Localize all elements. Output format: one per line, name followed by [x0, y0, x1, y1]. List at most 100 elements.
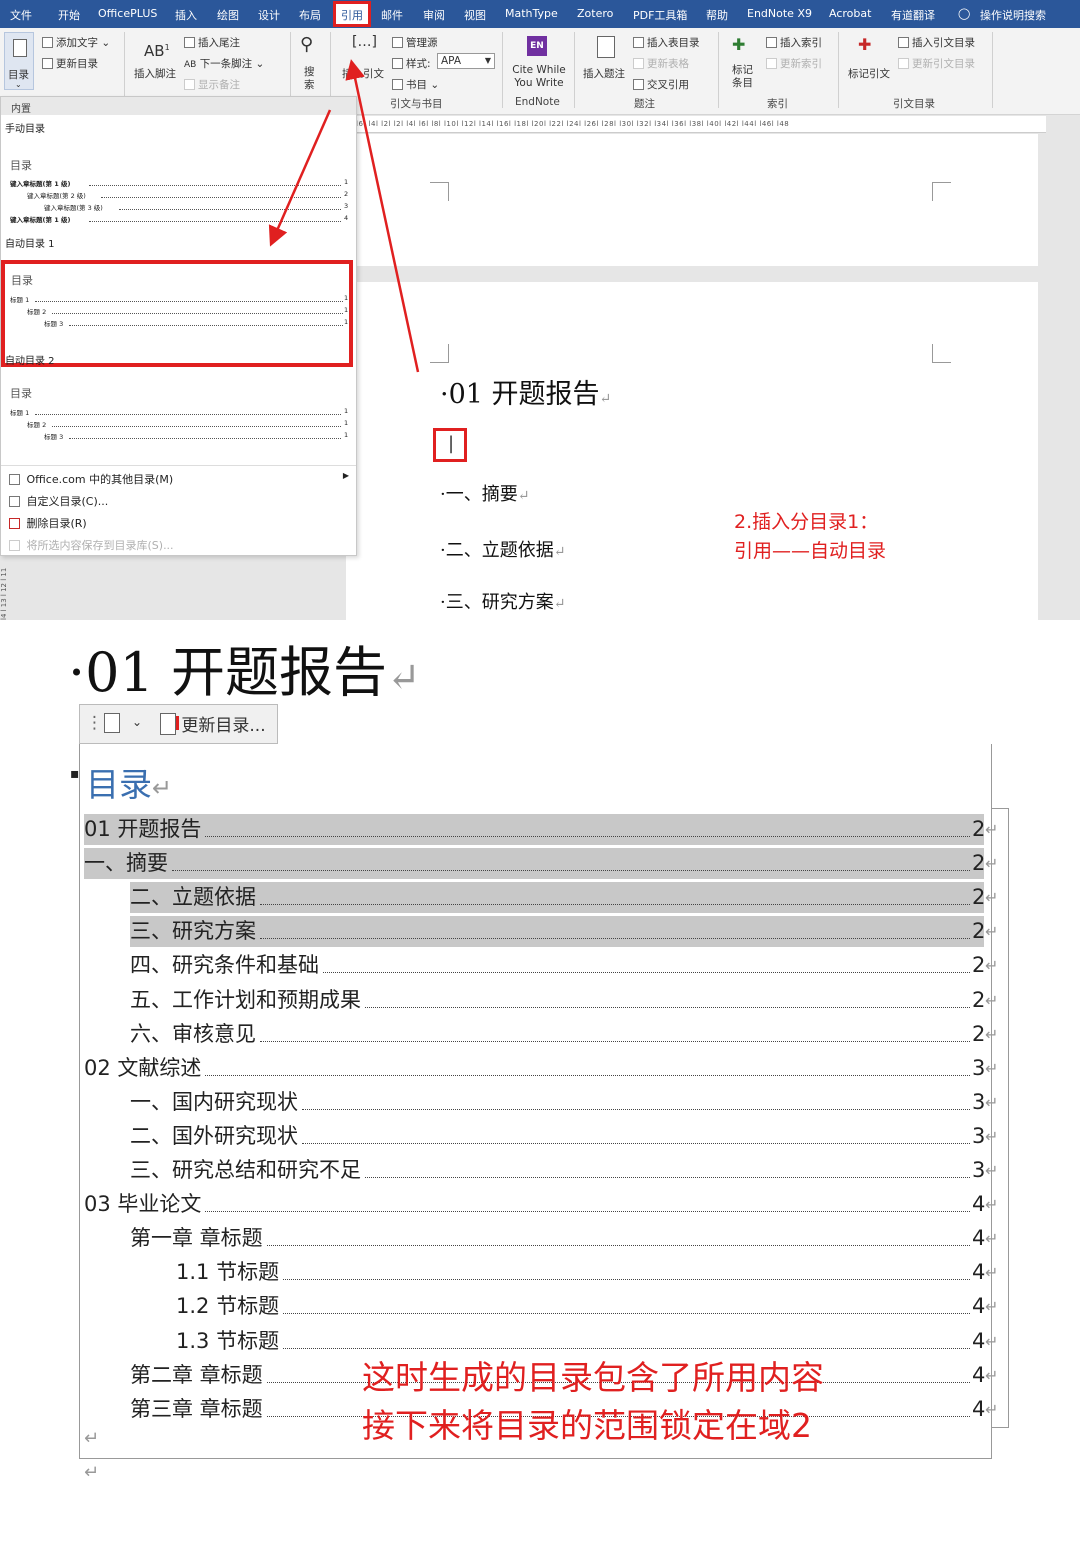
paragraph-mark: ↵ [985, 1331, 999, 1351]
paragraph-mark: ↵ [985, 1365, 999, 1385]
tutorial-arrows [268, 59, 420, 373]
dot-leader [323, 972, 970, 974]
paragraph-mark: ↵ [985, 1161, 999, 1180]
update-toc-field-button[interactable]: 更新目录... [160, 711, 266, 736]
update-toc-field-label: 更新目录... [181, 716, 266, 736]
update-icon [160, 713, 179, 735]
toc-entry-text: 一、国内研究现状 [130, 1089, 298, 1114]
toc-entry-text: 第三章 章标题 [130, 1396, 263, 1421]
dot-leader [205, 836, 970, 837]
heading-text: ·01 开题报告 [68, 641, 388, 704]
paragraph-mark: ↵ [985, 1126, 999, 1146]
toc-entry[interactable]: 四、研究条件和基础 2 ↵ [130, 950, 998, 981]
dot-leader [205, 1074, 970, 1076]
dot-leader [283, 1279, 970, 1281]
toc-entry-page: 2 [972, 919, 986, 944]
toc-entry-text: 六、审核意见 [130, 1021, 256, 1046]
toc-entry[interactable]: 第一章 章标题 4 ↵ [130, 1223, 998, 1254]
dot-leader [283, 1347, 970, 1349]
toc-entry[interactable]: 一、国内研究现状 3 ↵ [130, 1087, 998, 1118]
toc-document-icon[interactable] [104, 713, 120, 733]
paragraph-mark: ↵ [985, 956, 999, 976]
toc-entry[interactable]: 03 毕业论文 4 ↵ [84, 1189, 998, 1220]
toc-entry-page: 4 [972, 1226, 986, 1251]
toc-entry[interactable]: 02 文献综述 3 ↵ [84, 1053, 998, 1084]
toc-entry-text: 第一章 章标题 [130, 1226, 263, 1251]
toc-entry[interactable]: 1.1 节标题 4 ↵ [176, 1257, 998, 1288]
toc-entry-text: 一、摘要 [84, 851, 168, 876]
toc-title[interactable]: 目录↵ [86, 758, 172, 806]
paragraph-mark: ↵ [387, 655, 421, 701]
toc-field-frame-edge [991, 744, 992, 808]
dot-leader [205, 1211, 970, 1213]
paragraph-mark: ↵ [985, 922, 999, 942]
toc-entry-page: 3 [972, 1158, 986, 1182]
paragraph-mark: ↵ [985, 1399, 999, 1419]
toc-entry-text: 二、立题依据 [130, 885, 256, 910]
paragraph-mark: ↵ [84, 1462, 100, 1483]
toc-entry-text: 1.2 节标题 [176, 1294, 280, 1319]
toc-entry-page: 4 [972, 1192, 986, 1217]
paragraph-mark: ↵ [985, 990, 999, 1010]
dot-leader [260, 904, 970, 906]
toc-entry-page: 3 [972, 1123, 986, 1148]
paragraph-mark: ↵ [152, 774, 173, 802]
dot-leader [302, 1108, 970, 1110]
toc-entry-page: 3 [972, 1055, 986, 1080]
paragraph-mark: ↵ [985, 1297, 999, 1317]
annotation-line: 接下来将目录的范围锁定在域2 [362, 1406, 812, 1445]
dot-leader [283, 1313, 970, 1315]
paragraph-mark: ↵ [985, 1092, 999, 1112]
toc-entry[interactable]: 二、立题依据 2 ↵ [130, 882, 998, 914]
dot-leader [302, 1142, 970, 1144]
paragraph-mark: ↵ [985, 1229, 999, 1249]
toc-entry-page: 2 [972, 885, 986, 910]
toc-entry-text: 01 开题报告 [84, 817, 202, 841]
word-screenshot: 文件 开始 OfficePLUS 插入 绘图 设计 布局 引用 邮件 审阅 视图… [0, 0, 1080, 620]
toc-entry[interactable]: 五、工作计划和预期成果 2 ↵ [130, 985, 998, 1016]
toc-entry-page: 2 [972, 1021, 986, 1046]
toc-entry-page: 2 [972, 987, 986, 1012]
toc-entry-text: 03 毕业论文 [84, 1192, 202, 1217]
toc-entry-page: 2 [972, 851, 986, 876]
toc-entry-page: 4 [972, 1328, 986, 1353]
toc-entry-page: 2 [972, 953, 986, 978]
toc-entry-text: 四、研究条件和基础 [130, 953, 319, 978]
toc-entry-text: 1.1 节标题 [176, 1260, 280, 1285]
toc-entry[interactable]: 三、研究方案 2 ↵ [130, 916, 998, 948]
toc-entry-text: 02 文献综述 [84, 1055, 202, 1080]
dot-leader [365, 1006, 970, 1008]
toc-entry-text: 第二章 章标题 [130, 1362, 263, 1387]
toc-entry[interactable]: 二、国外研究现状 3 ↵ [130, 1121, 998, 1152]
toc-entry[interactable]: 一、摘要 2 ↵ [84, 848, 998, 880]
drag-handle-icon[interactable]: ⋮ [86, 713, 103, 733]
dot-leader [260, 938, 970, 940]
dot-leader [365, 1177, 970, 1178]
toc-entry-text: 1.3 节标题 [176, 1328, 280, 1353]
paragraph-mark: ↵ [985, 820, 999, 839]
toc-entry[interactable]: 01 开题报告 2 ↵ [84, 814, 998, 845]
arrow-to-references-tab [345, 59, 420, 373]
toc-entry-text: 三、研究方案 [130, 919, 256, 944]
toc-entry-text: 三、研究总结和研究不足 [130, 1158, 361, 1182]
annotation-line: 这时生成的目录包含了所用内容 [362, 1358, 824, 1397]
toc-entry-page: 4 [972, 1362, 986, 1387]
dot-leader [260, 1040, 970, 1042]
dot-leader [267, 1245, 970, 1247]
paragraph-mark: ↵ [985, 1024, 999, 1044]
document-heading-large[interactable]: ·01 开题报告↵ [68, 628, 421, 707]
toc-entry-text: 五、工作计划和预期成果 [130, 987, 361, 1012]
toc-entry-page: 2 [972, 817, 986, 841]
chevron-down-icon[interactable]: ⌄ [132, 715, 142, 729]
toc-entry[interactable]: 1.3 节标题 4 ↵ [176, 1326, 998, 1357]
toc-entry[interactable]: 三、研究总结和研究不足 3 ↵ [130, 1155, 998, 1186]
arrow-to-auto-toc [268, 109, 332, 247]
toc-entry[interactable]: 1.2 节标题 4 ↵ [176, 1291, 998, 1322]
toc-entry-page: 3 [972, 1089, 986, 1114]
dot-leader [172, 870, 970, 872]
toc-entry-page: 4 [972, 1396, 986, 1421]
toc-entry[interactable]: 六、审核意见 2 ↵ [130, 1019, 998, 1050]
paragraph-mark: ↵ [985, 1263, 999, 1283]
paragraph-mark: ↵ [84, 1428, 100, 1449]
toc-title-text: 目录 [86, 765, 152, 804]
